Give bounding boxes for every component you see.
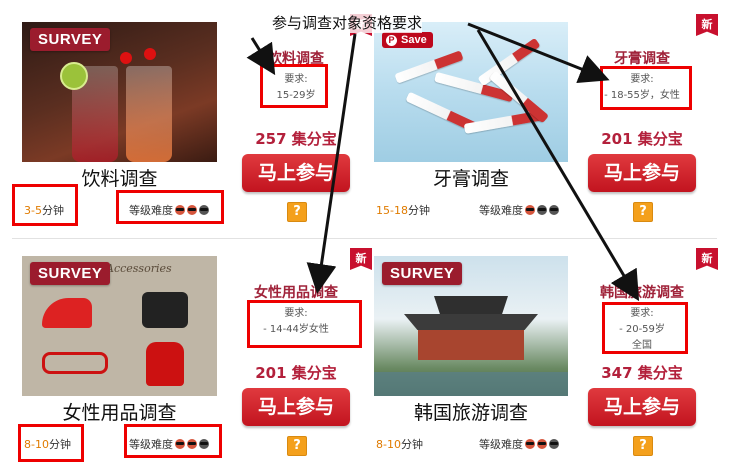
new-badge: 新	[350, 248, 372, 270]
save-label: Save	[401, 34, 427, 46]
new-badge: 新	[696, 14, 718, 36]
difficulty-label: 等级难度	[479, 204, 523, 217]
difficulty-face-icon	[525, 205, 535, 215]
reward-points: 201 集分宝	[255, 364, 337, 382]
pond-image	[374, 372, 568, 396]
highlight-box-requirement	[247, 300, 362, 348]
highlight-box-duration	[18, 424, 84, 462]
survey-info-panel: 新 女性用品调查 要求: - 14-44岁女性 201 集分宝 马上参与 ?	[236, 246, 372, 466]
sunglasses-image	[42, 352, 108, 374]
survey-name-link[interactable]: 牙膏调查	[582, 48, 702, 68]
cherry-image	[120, 52, 132, 64]
help-icon[interactable]: ?	[287, 202, 307, 222]
row-divider	[12, 238, 717, 239]
difficulty-face-empty-icon	[549, 205, 559, 215]
difficulty-face-empty-icon	[537, 205, 547, 215]
thumbnail-title: 女性用品调查	[62, 402, 177, 424]
difficulty-face-empty-icon	[549, 439, 559, 449]
difficulty-level: 等级难度	[479, 436, 559, 452]
help-icon[interactable]: ?	[287, 436, 307, 456]
duration-unit: 分钟	[400, 438, 423, 451]
red-shoe-image	[42, 298, 92, 328]
help-icon[interactable]: ?	[633, 202, 653, 222]
survey-info-panel: 新 饮料调查 要求: 15-29岁 257 集分宝 马上参与 ?	[236, 12, 372, 232]
difficulty-level: 等级难度	[479, 202, 559, 218]
join-survey-button[interactable]: 马上参与	[242, 154, 350, 192]
survey-thumbnail[interactable]: SURVEY	[374, 256, 568, 396]
duration-text: 15-18分钟	[376, 202, 430, 218]
survey-badge: SURVEY	[30, 28, 111, 51]
annotation-title: 参与调查对象资格要求	[272, 12, 423, 33]
difficulty-face-icon	[525, 439, 535, 449]
duration-unit: 分钟	[407, 204, 430, 217]
survey-thumbnail[interactable]: P Save	[374, 22, 568, 162]
highlight-box-requirement	[260, 64, 328, 108]
accessories-caption: Accessories	[106, 262, 172, 275]
join-survey-button[interactable]: 马上参与	[242, 388, 350, 426]
difficulty-face-icon	[537, 439, 547, 449]
cherry-image	[144, 48, 156, 60]
join-survey-button[interactable]: 马上参与	[588, 388, 696, 426]
join-survey-button[interactable]: 马上参与	[588, 154, 696, 192]
survey-badge: SURVEY	[30, 262, 111, 285]
pinterest-icon: P	[386, 34, 397, 46]
survey-card-korea-travel: SURVEY 韩国旅游调查 8-10分钟 等级难度 新 韩国旅游调查 要求: -…	[372, 246, 732, 466]
new-badge: 新	[696, 248, 718, 270]
highlight-box-difficulty	[124, 424, 222, 458]
temple-roof-image	[404, 314, 538, 330]
difficulty-label: 等级难度	[479, 438, 523, 451]
highlight-box-requirement	[600, 66, 692, 110]
duration-text: 8-10分钟	[376, 436, 423, 452]
duration-value: 15-18	[376, 204, 408, 217]
corset-image	[146, 342, 184, 386]
survey-card-toothpaste: P Save 牙膏调查 15-18分钟 等级难度 新 牙膏调查 要求: - 18-…	[372, 12, 732, 232]
highlight-box-difficulty	[116, 190, 224, 224]
duration-value: 8-10	[376, 438, 401, 451]
toothpaste-tube-image	[477, 37, 541, 87]
thumbnail-title: 牙膏调查	[432, 168, 509, 190]
survey-badge: SURVEY	[382, 262, 463, 285]
handbag-image	[142, 292, 188, 328]
lime-slice-image	[60, 62, 88, 90]
survey-name-link[interactable]: 女性用品调查	[236, 282, 356, 302]
highlight-box-duration	[12, 184, 78, 226]
drink-glass-image	[126, 66, 172, 162]
survey-name-link[interactable]: 韩国旅游调查	[582, 282, 702, 302]
pin-save-button[interactable]: P Save	[382, 32, 433, 48]
survey-list-page: SURVEY 饮料调查 3-5分钟 等级难度 新 饮料调查 要求: 15-29岁…	[0, 0, 734, 473]
survey-thumbnail[interactable]: Accessories SURVEY	[22, 256, 217, 396]
temple-building-image	[418, 330, 524, 360]
help-icon[interactable]: ?	[633, 436, 653, 456]
reward-points: 347 集分宝	[601, 364, 683, 382]
reward-points: 257 集分宝	[255, 130, 337, 148]
reward-points: 201 集分宝	[601, 130, 683, 148]
survey-info-panel: 新 韩国旅游调查 要求: - 20-59岁 全国 347 集分宝 马上参与 ?	[582, 246, 718, 466]
thumbnail-title: 韩国旅游调查	[413, 402, 528, 424]
survey-info-panel: 新 牙膏调查 要求: - 18-55岁，女性 201 集分宝 马上参与 ?	[582, 12, 718, 232]
survey-thumbnail[interactable]: SURVEY	[22, 22, 217, 162]
highlight-box-requirement	[602, 302, 688, 354]
temple-upper-roof-image	[434, 296, 508, 314]
